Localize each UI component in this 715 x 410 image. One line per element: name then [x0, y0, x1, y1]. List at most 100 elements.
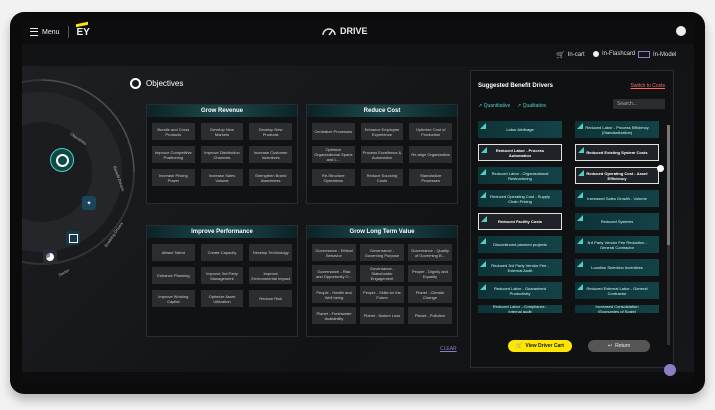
objective-chip[interactable]: People - Health and Well being — [312, 286, 356, 303]
benefit-scrollbar[interactable] — [667, 125, 670, 345]
objective-chip[interactable]: Standardize Processes — [409, 169, 452, 186]
menu-label: Menu — [42, 28, 60, 36]
benefit-tile[interactable]: Reduced Labor - Process Efficiency (Stan… — [575, 121, 659, 138]
objective-chip[interactable]: Planet - Pollution — [408, 307, 452, 324]
objective-chip[interactable]: Governance - Governing Purpose — [360, 244, 404, 261]
switch-to-costs-link[interactable]: Switch to Costs — [631, 83, 665, 89]
app-screen: Menu EY DRIVE 🛒 In-cart In-Flashcard In-… — [22, 20, 694, 382]
benefit-label: 3rd Party Vendor Fee Reduction - General… — [587, 239, 647, 250]
benefit-label: Reduced Labor - Process Efficiency (Stan… — [585, 124, 649, 135]
quantitative-filter[interactable]: ↗ Quantitative — [478, 103, 510, 109]
app-name: DRIVE — [340, 26, 368, 36]
legend-in-cart: 🛒 In-cart — [556, 51, 585, 59]
objective-chip[interactable]: Centralize Processes — [312, 123, 355, 140]
benefit-label: Reduced Systems — [600, 219, 634, 224]
wheel-segment-sector[interactable] — [43, 250, 57, 264]
objective-chip[interactable]: Enhance Employee Experience — [360, 123, 404, 140]
benefit-tile[interactable]: Location Selection Incentives — [575, 259, 659, 276]
objective-chip[interactable]: Develop New Products — [249, 123, 292, 140]
benefit-label: Reduced Operating Cost - Supply Chain Pr… — [490, 193, 550, 204]
panel-title: Suggested Benefit Drivers — [478, 83, 554, 89]
objective-chip[interactable]: Governance - Stakeholder Engagement — [360, 265, 404, 282]
objective-chip[interactable]: Re-align Organization — [409, 146, 452, 163]
benefit-tile-selected[interactable]: Reduced Facility Costs — [478, 213, 562, 230]
objective-chip[interactable]: Increase Pricing Power — [152, 169, 195, 186]
clear-button[interactable]: CLEAR — [440, 346, 457, 352]
objective-chip[interactable]: Increase Sales Volume — [200, 169, 244, 186]
quantitative-icon — [577, 284, 583, 290]
benefit-drivers-panel: Suggested Benefit Drivers Switch to Cost… — [470, 70, 674, 368]
quadrant-grow-revenue: Grow Revenue Bundle and Cross Products D… — [146, 104, 298, 204]
benefit-tile[interactable]: Reduced External Labor - General Contrac… — [575, 282, 659, 299]
objective-chip[interactable]: Develop New Markets — [200, 123, 244, 140]
objective-chip[interactable]: Optimize Organizational Spans and L... — [312, 146, 355, 163]
objective-chip[interactable]: Planet - Climate Change — [408, 286, 452, 303]
benefit-tile[interactable]: Labor Arbitrage — [478, 121, 562, 138]
quantitative-icon — [480, 192, 486, 198]
benefit-tile[interactable]: 3rd Party Vendor Fee Reduction - General… — [575, 236, 659, 253]
objective-chip[interactable]: Governance - Risk and Opportunity O... — [312, 265, 356, 282]
objective-chip[interactable]: Improve 3rd Party Management — [200, 267, 244, 284]
quantitative-icon — [578, 147, 584, 153]
benefit-tile[interactable]: Increased Sales Growth - Volume — [575, 190, 659, 207]
menu-button[interactable]: Menu — [30, 28, 60, 36]
objective-chip[interactable]: Optimize Cost of Production — [409, 123, 452, 140]
view-driver-cart-button[interactable]: 🛒 View Driver Cart — [508, 340, 572, 352]
objective-chip[interactable]: Improve Distribution Channels — [200, 146, 244, 163]
objective-chip[interactable]: Strengthen Brand Awareness — [249, 169, 292, 186]
objective-chip[interactable]: Create Capacity — [200, 244, 244, 261]
benefit-list-left: Labor Arbitrage Reduced Labor - Process … — [478, 121, 562, 319]
quantitative-icon — [577, 192, 583, 198]
wheel-segment-objectives[interactable] — [50, 148, 74, 172]
target-icon — [55, 153, 69, 167]
search-input[interactable]: Search... — [613, 99, 665, 109]
objective-chip[interactable]: Attract Talent — [152, 244, 195, 261]
objective-chip[interactable]: Increase Customer Incentives — [249, 146, 292, 163]
benefit-tile[interactable]: Reduced Labor - Compliance - Internal au… — [478, 305, 562, 313]
objective-chip[interactable]: Re-Structure Operations — [312, 169, 355, 186]
benefit-tile[interactable]: Increased Consolidation (Economies of Sc… — [575, 305, 659, 313]
benefit-tile-selected[interactable]: Reduced Labor - Process Automation — [478, 144, 562, 161]
benefit-tile[interactable]: Reduced Operating Cost - Supply Chain Pr… — [478, 190, 562, 207]
objective-chip[interactable]: Reduce Risk — [249, 290, 292, 307]
objective-chip[interactable]: Bundle and Cross Products — [152, 123, 195, 140]
network-icon: ✦ — [86, 200, 92, 207]
user-icon[interactable] — [676, 26, 686, 36]
objective-chip[interactable]: Reduce Sourcing Costs — [360, 169, 404, 186]
benefit-tile[interactable]: Discontinued planned projects — [478, 236, 562, 253]
quantitative-icon — [480, 261, 486, 267]
benefit-label: Reduced 3rd Party Vendor Fee - External … — [491, 262, 549, 273]
objective-chip[interactable]: Optimize Asset Utilization — [200, 290, 244, 307]
help-chat-icon[interactable] — [664, 364, 676, 376]
objective-chip[interactable]: Process Excellence & Automation — [360, 146, 404, 163]
benefit-label: Reduced External Labor - General Contrac… — [586, 285, 648, 296]
benefit-tile[interactable]: Reduced 3rd Party Vendor Fee - External … — [478, 259, 562, 276]
target-icon — [130, 78, 141, 89]
objective-chip[interactable]: Improve Environmental Impact — [249, 267, 292, 284]
wheel-segment-benefit-drivers[interactable]: ✦ — [82, 196, 96, 210]
benefit-tile-selected[interactable]: Reduced Operating Cost - Asset Efficienc… — [575, 165, 664, 184]
objective-chip[interactable]: People - Skills for the Future — [360, 286, 404, 303]
benefit-tile-selected[interactable]: Reduced Existing System Costs — [575, 144, 659, 161]
objective-chip[interactable]: Planet - Nature Loss — [360, 307, 404, 324]
objective-chip[interactable]: Develop Technology — [249, 244, 292, 261]
qualitative-filter[interactable]: ↗ Qualitative — [517, 103, 546, 109]
benefit-label: Reduced Existing System Costs — [586, 150, 648, 155]
benefit-tile[interactable]: Reduced Labor - Organizational Restructu… — [478, 167, 562, 184]
benefit-tile[interactable]: Reduced Labor - Guaranteed Productivity — [478, 282, 562, 299]
objective-chip[interactable]: Governance - Ethical Behavior — [312, 244, 356, 261]
wheel-segment-enabling-drivers[interactable] — [66, 231, 80, 245]
pie-chart-icon — [46, 253, 54, 261]
objective-chip[interactable]: Improve Competitive Positioning — [152, 146, 195, 163]
objectives-title: Objectives — [146, 79, 184, 88]
objective-chip[interactable]: Planet - Freshwater Availability — [312, 307, 356, 324]
return-button[interactable]: ↩ Return — [588, 340, 650, 352]
objective-chip[interactable]: Governance - Quality of Governing B... — [408, 244, 452, 261]
in-flashcard-check-icon — [657, 165, 664, 172]
benefit-tile[interactable]: Reduced Systems — [575, 213, 659, 230]
objective-chip[interactable]: Enhance Planning — [152, 267, 195, 284]
benefit-label: Reduced Labor - Compliance - Internal au… — [492, 305, 548, 313]
objective-chip[interactable]: Improve Working Capital — [152, 290, 195, 307]
divider — [67, 26, 69, 38]
objective-chip[interactable]: People - Dignity and Equality — [408, 265, 452, 282]
